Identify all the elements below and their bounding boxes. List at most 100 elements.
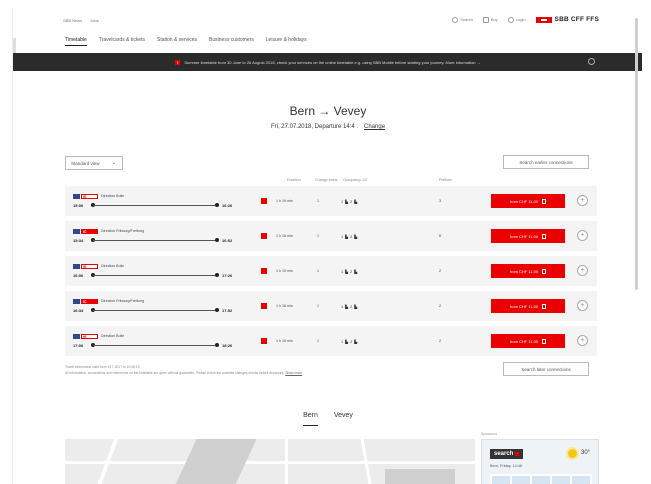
- buy-link[interactable]: Buy: [482, 16, 498, 23]
- arrival-time: 17:52: [222, 308, 233, 313]
- view-select[interactable]: Standard view ⌄: [65, 156, 123, 170]
- search-label: Search: [460, 17, 473, 22]
- direction: Direction Bulle: [101, 264, 125, 268]
- user-icon: [507, 16, 514, 23]
- top-actions: Search Buy Login SBB CFF FFS: [452, 16, 599, 23]
- duration: 1 h 19 min: [276, 199, 293, 203]
- direction: Direction Bulle: [101, 194, 125, 198]
- alert-icon[interactable]: [261, 268, 267, 274]
- notes-link[interactable]: Show more: [285, 371, 302, 375]
- expand-icon[interactable]: +: [577, 300, 588, 311]
- sbb-news-link[interactable]: SBB News: [63, 18, 82, 23]
- train-category-badge: IC: [81, 229, 98, 234]
- alert-icon[interactable]: [261, 338, 267, 344]
- buy-ticket-button[interactable]: from CHF 11.00: [491, 299, 565, 313]
- map-tracks: [173, 439, 257, 484]
- expand-icon[interactable]: +: [577, 335, 588, 346]
- train-icon: [73, 229, 80, 234]
- nav-leisure[interactable]: Leisure & holidays: [266, 37, 307, 46]
- alert-icon[interactable]: [261, 198, 267, 204]
- connection-row[interactable]: IC Direction Fribourg/Freiburg 16:34 17:52 1…: [65, 291, 597, 321]
- forecast-strip: [490, 474, 592, 484]
- map-road: [65, 461, 475, 464]
- sbb-logo[interactable]: SBB CFF FFS: [535, 16, 599, 23]
- connection-row[interactable]: IR Direction Bulle 17:06 18:26 1 h 19 min 1 1 …: [65, 326, 597, 356]
- search-ch-logo: search: [490, 449, 524, 459]
- buy-label: Buy: [490, 17, 498, 22]
- widget-brand: search: [494, 451, 514, 457]
- weather-widget[interactable]: search 30° Bern, Friday, 14:46: [481, 439, 599, 484]
- nav-travelcards[interactable]: Travelcards & tickets: [99, 37, 145, 46]
- price-label: from CHF 11.00: [509, 233, 539, 239]
- buy-ticket-button[interactable]: from CHF 11.00: [491, 264, 565, 278]
- timetable-notes: Travel information valid from 19.7.2017 …: [65, 364, 302, 376]
- row-icons: IR: [73, 334, 98, 339]
- station-map[interactable]: [65, 439, 475, 484]
- buy-ticket-button[interactable]: from CHF 11.00: [491, 194, 565, 208]
- price-label: from CHF 11.00: [509, 198, 539, 204]
- expand-icon[interactable]: +: [577, 195, 588, 206]
- platform: 2: [439, 339, 442, 343]
- expand-icon[interactable]: +: [577, 230, 588, 241]
- notes-line2: All information, connections and referen…: [65, 371, 285, 375]
- buy-ticket-button[interactable]: from CHF 11.00: [491, 229, 565, 243]
- chevron-down-icon: ⌄: [111, 160, 116, 166]
- alert-icon[interactable]: [261, 303, 267, 309]
- ticket-icon: [542, 233, 547, 239]
- connection-row[interactable]: IR Direction Bulle 16:06 17:26 1 h 19 min 1 1 …: [65, 256, 597, 286]
- sun-icon: [568, 449, 577, 458]
- later-connections-button[interactable]: Search later connections: [503, 362, 589, 376]
- info-banner: ! Summer timetable from 30 June to 26 Au…: [13, 53, 642, 71]
- jobs-link[interactable]: Jobs: [90, 18, 98, 23]
- browser-viewport: SBB News Jobs Search Buy Login SBB CFF F…: [12, 8, 642, 484]
- departure-time: 16:34: [73, 308, 84, 313]
- occupancy: 1 ▙ 2 ▙: [341, 235, 358, 239]
- map-road: [285, 439, 288, 484]
- tab-bern[interactable]: Bern: [303, 412, 318, 426]
- duration: 1 h 18 min: [276, 234, 293, 238]
- departure-info: Fri, 27.07.2018, Departure 14:4 . Change: [13, 124, 642, 130]
- arrival-time: 18:26: [222, 343, 233, 348]
- train-icon: [73, 194, 80, 199]
- departure-time: 15:06: [73, 203, 84, 208]
- cart-icon: [482, 16, 489, 23]
- alert-icon[interactable]: [261, 233, 267, 239]
- arrival-dot-icon: [215, 203, 219, 207]
- departure-time: 15:34: [73, 238, 84, 243]
- change-link[interactable]: Change: [364, 124, 385, 130]
- occupancy: 1 ▙ 2 ▙: [341, 270, 358, 274]
- train-category-badge: IR: [81, 334, 98, 339]
- ticket-icon: [542, 198, 547, 204]
- search-link[interactable]: Search: [452, 16, 473, 23]
- train-icon: [73, 264, 80, 269]
- tab-vevey[interactable]: Vevey: [334, 412, 353, 426]
- train-icon: [73, 299, 80, 304]
- close-icon[interactable]: [588, 58, 595, 65]
- login-link[interactable]: Login: [507, 16, 526, 23]
- connection-row[interactable]: IR Direction Bulle 15:06 16:26 1 h 19 min 1 1 …: [65, 186, 597, 216]
- sbb-logo-icon: [535, 16, 552, 23]
- stop-tabs: Bern Vevey: [13, 412, 642, 426]
- top-bar: SBB News Jobs Search Buy Login SBB CFF F…: [13, 8, 642, 34]
- arrival-dot-icon: [215, 343, 219, 347]
- row-icons: IR: [73, 264, 98, 269]
- col-occupancy: Occupancy 1/2: [343, 178, 367, 182]
- train-category-badge: IC: [81, 299, 98, 304]
- banner-text[interactable]: Summer timetable from 30 June to 26 Augu…: [184, 60, 480, 65]
- nav-timetable[interactable]: Timetable: [65, 37, 87, 46]
- earlier-connections-button[interactable]: Search earlier connections: [503, 155, 589, 169]
- arrival-dot-icon: [215, 238, 219, 242]
- ticket-icon: [542, 303, 547, 309]
- nav-station-services[interactable]: Station & services: [157, 37, 197, 46]
- login-label: Login: [515, 17, 526, 22]
- arrival-time: 16:26: [222, 203, 233, 208]
- widget-label: Sponsored: [481, 432, 497, 436]
- nav-business[interactable]: Business customers: [209, 37, 254, 46]
- col-changes: Change trains: [315, 178, 338, 182]
- scrollbar[interactable]: [635, 18, 638, 290]
- departure-date: Fri, 27.07.2018, Departure 14:4 .: [270, 124, 359, 130]
- connection-row[interactable]: IC Direction Fribourg/Freiburg 15:34 16:52 1…: [65, 221, 597, 251]
- direction: Direction Fribourg/Freiburg: [101, 299, 144, 303]
- buy-ticket-button[interactable]: from CHF 11.00: [491, 334, 565, 348]
- expand-icon[interactable]: +: [577, 265, 588, 276]
